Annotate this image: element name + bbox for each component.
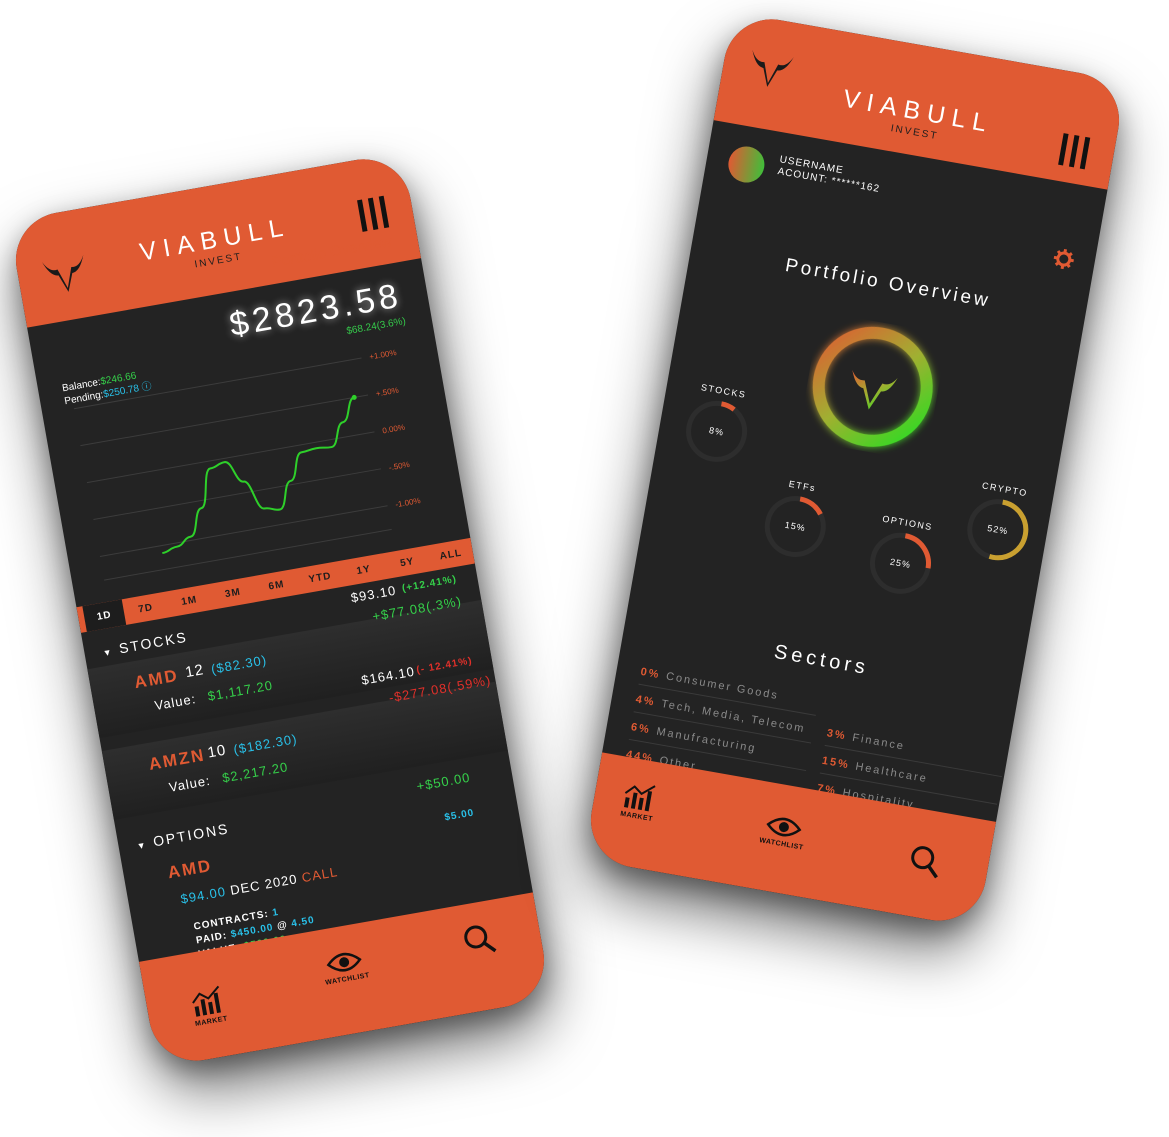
sector-item[interactable]: 15% Healthcare [821,755,929,785]
allocation-options[interactable]: OPTIONS 25% [861,512,941,606]
tab-all[interactable]: ALL [427,538,475,571]
bottom-nav: MARKET WATCHLIST [138,892,552,1069]
menu-button[interactable] [357,195,390,232]
gridline [80,394,369,447]
stock-value: $1,117.20 [206,677,275,704]
y-tick-label: 0.00% [382,423,406,436]
stock-price: ($82.30) [209,652,269,677]
series-line [162,396,355,555]
option-ticker: AMD [166,855,214,883]
avatar[interactable] [725,143,768,186]
option-gain: +$50.00 [415,769,472,794]
stock-value-label: Value: [167,772,212,795]
option-strike: $94.00 [179,883,228,907]
stock-ticker: AMD [132,665,181,693]
gridline [73,357,362,410]
contracts-value: 1 [271,906,280,919]
allocation-etfs[interactable]: ETFs 15% [756,475,836,569]
market-chart-icon [192,985,221,1017]
y-tick-label: +.50% [375,386,399,399]
tab-6m[interactable]: 6M [252,569,300,602]
paid-at: @ [276,919,289,933]
tab-3m[interactable]: 3M [209,576,257,609]
option-mark: $5.00 [443,807,476,824]
stock-price: ($182.30) [232,731,299,758]
options-header-label: OPTIONS [151,820,231,850]
right-phone: VIABULL INVEST USERNAME ACOUNT: ******16… [583,11,1127,929]
tab-ytd[interactable]: YTD [296,561,344,594]
search-icon [464,925,497,953]
allocation-crypto[interactable]: CRYPTO 52% [959,479,1039,573]
menu-button[interactable] [1058,133,1091,170]
portfolio-title: Portfolio Overview [783,254,993,312]
brand: VIABULL INVEST [717,63,1118,173]
bottom-nav: MARKET WATCHLIST [583,752,997,929]
sector-pct: 3% [825,727,848,743]
tab-7d[interactable]: 7D [122,592,170,625]
user-info: USERNAME ACOUNT: ******162 [777,154,883,196]
bull-logo-icon [852,370,898,410]
gridline [99,505,388,557]
sectors-title: Sectors [772,640,871,680]
tab-1m[interactable]: 1M [165,584,213,617]
market-nav[interactable]: MARKET [189,984,229,1028]
sector-name: Consumer Goods [665,670,780,703]
sector-item[interactable]: 3% Finance [826,727,906,753]
stock-qty: 10 [206,741,228,762]
eye-icon [766,817,802,837]
left-phone: VIABULL INVEST Portfolio Overview $2823.… [8,151,552,1069]
stock-total: $93.10 [349,582,398,606]
sector-pct: 4% [634,693,657,709]
sector-pct: 15% [820,754,851,772]
y-tick-label: -1.00% [395,496,422,509]
portfolio-ring [812,326,933,447]
market-chart-icon [623,785,656,812]
sector-pct: 0% [639,665,662,682]
stock-total-pct: (+12.41%) [401,573,458,595]
stock-value: $2,217.20 [221,759,290,786]
watchlist-nav[interactable]: WATCHLIST [759,811,809,852]
allocation-stocks[interactable]: STOCKS 8% [678,380,758,474]
tab-1y[interactable]: 1Y [340,553,388,586]
paid-each: 4.50 [290,914,316,930]
sector-pct: 6% [629,721,652,737]
gear-icon[interactable] [1051,246,1076,271]
watchlist-nav[interactable]: WATCHLIST [320,946,370,987]
options-header[interactable]: ▼ OPTIONS [135,820,230,852]
gridline [86,431,375,484]
y-tick-label: +1.00% [369,348,398,362]
tab-1d[interactable]: 1D [82,599,127,632]
eye-icon [327,952,363,972]
search-nav[interactable] [905,841,945,882]
market-nav[interactable]: MARKET [619,779,659,823]
sector-name: Finance [851,731,906,753]
tab-5y[interactable]: 5Y [383,546,431,579]
option-expiry: DEC 2020 [229,871,299,898]
y-tick-label: -.50% [388,460,410,472]
stock-qty: 12 [184,661,206,682]
option-type: CALL [300,864,340,886]
stock-value-label: Value: [153,691,198,714]
stock-ticker: AMZN [147,745,207,774]
search-icon [911,846,938,879]
app-header: VIABULL INVEST [713,11,1127,190]
search-nav[interactable] [460,920,500,961]
